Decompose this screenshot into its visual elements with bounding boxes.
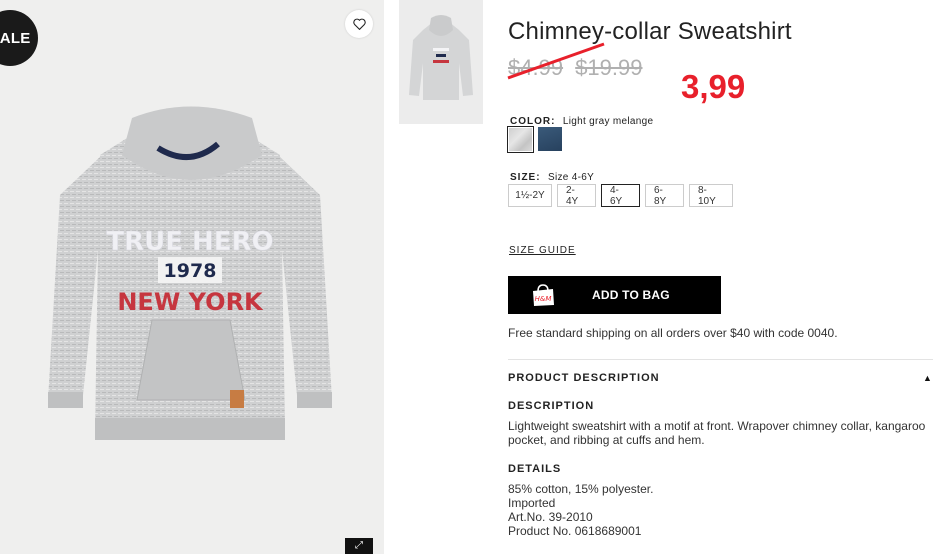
red-strike-annotation (507, 42, 605, 80)
size-option-4-6y[interactable]: 4-6Y (601, 184, 640, 207)
size-value: Size 4-6Y (548, 172, 595, 183)
print-new-york: NEW YORK (117, 288, 264, 316)
size-options: 1½-2Y 2-4Y 4-6Y 6-8Y 8-10Y (508, 184, 733, 207)
description-text: Lightweight sweatshirt with a motif at f… (508, 419, 926, 447)
size-option-8-10y[interactable]: 8-10Y (689, 184, 733, 207)
main-product-image[interactable]: TRUE HERO 1978 NEW YORK SALE ⤢ (0, 0, 384, 554)
size-option-6-8y[interactable]: 6-8Y (645, 184, 684, 207)
size-label-row: SIZE: Size 4-6Y (510, 167, 594, 185)
sweatshirt-image: TRUE HERO 1978 NEW YORK (48, 106, 332, 440)
detail-item: Product No. 0618689001 (508, 524, 642, 538)
divider (508, 359, 933, 360)
triangle-up-icon[interactable]: ▲ (923, 373, 932, 383)
color-swatches (507, 126, 562, 153)
print-1978: 1978 (164, 260, 217, 282)
expand-icon: ⤢ (355, 540, 363, 551)
favorite-button[interactable] (345, 10, 373, 38)
print-true-hero: TRUE HERO (106, 227, 273, 257)
thumbnail-sweatshirt (409, 15, 473, 100)
size-label: SIZE: (510, 172, 541, 183)
detail-item: 85% cotton, 15% polyester. (508, 482, 654, 496)
add-to-bag-button[interactable]: H&M ADD TO BAG (508, 276, 721, 314)
size-option-1-5-2y[interactable]: 1½-2Y (508, 184, 552, 207)
product-description-header[interactable]: PRODUCT DESCRIPTION (508, 372, 660, 384)
detail-item: Art.No. 39-2010 (508, 510, 593, 524)
sale-badge: SALE (0, 10, 38, 66)
details-header: DETAILS (508, 463, 562, 475)
shipping-info: Free standard shipping on all orders ove… (508, 326, 838, 340)
color-value: Light gray melange (562, 116, 654, 127)
swatch-light-gray[interactable] (507, 126, 534, 153)
bag-logo: H&M (535, 295, 552, 303)
expand-image-button[interactable]: ⤢ (345, 538, 373, 554)
new-price-annotation: 3,99 (681, 68, 746, 105)
detail-item: Imported (508, 496, 556, 510)
size-option-2-4y[interactable]: 2-4Y (557, 184, 596, 207)
add-to-bag-label: ADD TO BAG (592, 288, 670, 302)
swatch-blue[interactable] (538, 127, 562, 151)
thumbnail-image[interactable] (399, 0, 483, 124)
description-header: DESCRIPTION (508, 400, 595, 412)
heart-icon (352, 18, 366, 30)
shopping-bag-icon: H&M (533, 284, 554, 306)
details-list: 85% cotton, 15% polyester. Imported Art.… (508, 482, 653, 538)
size-guide-link[interactable]: SIZE GUIDE (509, 245, 576, 256)
